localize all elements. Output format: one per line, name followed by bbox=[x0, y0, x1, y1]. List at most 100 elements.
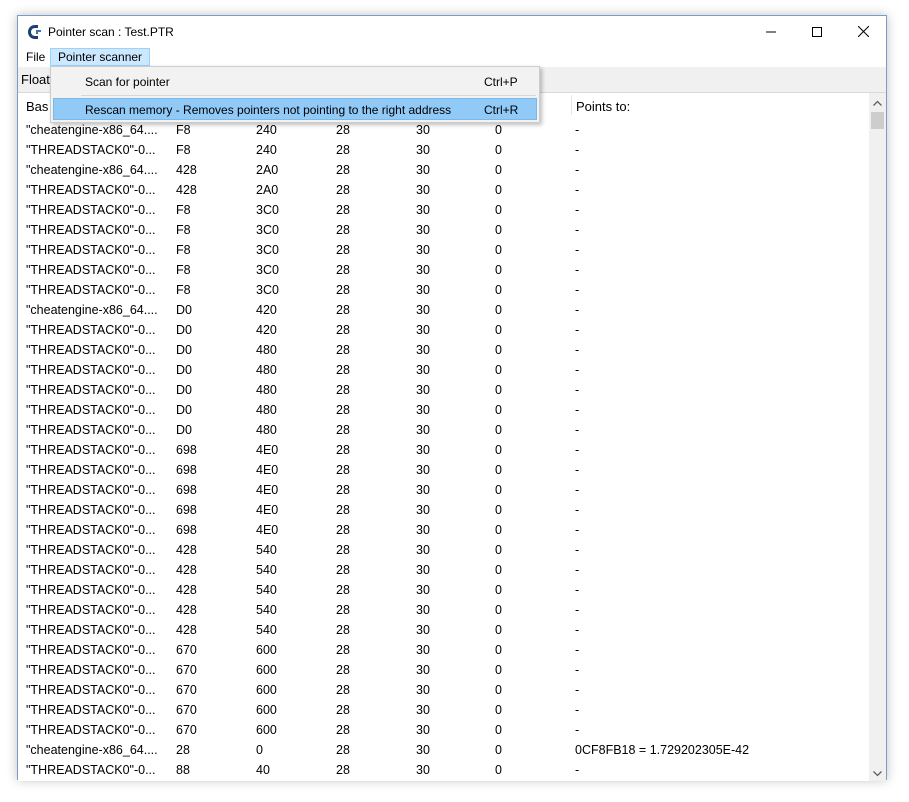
table-row[interactable]: "THREADSTACK0"-0... F8 3C0 28 30 0 - bbox=[18, 221, 868, 241]
table-row[interactable]: "THREADSTACK0"-0... 428 540 28 30 0 - bbox=[18, 621, 868, 641]
table-row[interactable]: "THREADSTACK0"-0... D0 480 28 30 0 - bbox=[18, 421, 868, 441]
scroll-thumb[interactable] bbox=[871, 112, 884, 129]
table-cell: 30 bbox=[416, 463, 430, 477]
table-cell: 0 bbox=[495, 543, 502, 557]
table-cell: 4E0 bbox=[256, 463, 279, 477]
table-cell: 0 bbox=[495, 283, 502, 297]
menu-rescan-memory[interactable]: Rescan memory - Removes pointers not poi… bbox=[53, 98, 537, 120]
table-row[interactable]: "THREADSTACK0"-0... F8 3C0 28 30 0 - bbox=[18, 201, 868, 221]
column-divider[interactable] bbox=[571, 95, 572, 115]
table-row[interactable]: "THREADSTACK0"-0... F8 3C0 28 30 0 - bbox=[18, 261, 868, 281]
table-row[interactable]: "THREADSTACK0"-0... 698 4E0 28 30 0 - bbox=[18, 481, 868, 501]
title-bar[interactable]: Pointer scan : Test.PTR bbox=[18, 16, 886, 47]
table-cell: 30 bbox=[416, 443, 430, 457]
vertical-scrollbar[interactable] bbox=[869, 93, 886, 781]
menu-file[interactable]: File bbox=[19, 48, 52, 66]
table-cell: 540 bbox=[256, 603, 277, 617]
table-row[interactable]: "THREADSTACK0"-0... D0 480 28 30 0 - bbox=[18, 341, 868, 361]
table-cell: "THREADSTACK0"-0... bbox=[26, 203, 156, 217]
table-row[interactable]: "THREADSTACK0"-0... 670 600 28 30 0 - bbox=[18, 721, 868, 741]
table-cell: 420 bbox=[256, 323, 277, 337]
table-cell: 28 bbox=[336, 243, 350, 257]
table-cell: - bbox=[575, 683, 580, 697]
table-cell: 420 bbox=[256, 303, 277, 317]
table-cell: - bbox=[575, 463, 580, 477]
table-cell: D0 bbox=[176, 343, 192, 357]
scroll-down-button[interactable] bbox=[869, 764, 886, 781]
table-row[interactable]: "cheatengine-x86_64.... D0 420 28 30 0 - bbox=[18, 301, 868, 321]
table-cell: 0 bbox=[495, 263, 502, 277]
table-row[interactable]: "THREADSTACK0"-0... 670 600 28 30 0 - bbox=[18, 661, 868, 681]
table-row[interactable]: "THREADSTACK0"-0... 428 2A0 28 30 0 - bbox=[18, 181, 868, 201]
table-cell: 0 bbox=[495, 423, 502, 437]
close-button[interactable] bbox=[840, 16, 886, 47]
column-header-base[interactable]: Bas bbox=[26, 99, 48, 114]
table-row[interactable]: "cheatengine-x86_64.... F8 240 28 30 0 - bbox=[18, 121, 868, 141]
table-row[interactable]: "THREADSTACK0"-0... 670 600 28 30 0 - bbox=[18, 681, 868, 701]
table-row[interactable]: "THREADSTACK0"-0... D0 480 28 30 0 - bbox=[18, 401, 868, 421]
table-cell: - bbox=[575, 223, 580, 237]
table-row[interactable]: "THREADSTACK0"-0... 428 540 28 30 0 - bbox=[18, 581, 868, 601]
table-row[interactable]: "THREADSTACK0"-0... 428 540 28 30 0 - bbox=[18, 561, 868, 581]
table-row[interactable]: "THREADSTACK0"-0... F8 3C0 28 30 0 - bbox=[18, 281, 868, 301]
table-row[interactable]: "THREADSTACK0"-0... F8 240 28 30 0 - bbox=[18, 141, 868, 161]
table-cell: D0 bbox=[176, 423, 192, 437]
table-cell: 30 bbox=[416, 263, 430, 277]
table-cell: - bbox=[575, 703, 580, 717]
table-cell: 28 bbox=[336, 123, 350, 137]
table-row[interactable]: "THREADSTACK0"-0... F8 3C0 28 30 0 - bbox=[18, 241, 868, 261]
table-row[interactable]: "THREADSTACK0"-0... 698 4E0 28 30 0 - bbox=[18, 501, 868, 521]
table-cell: "cheatengine-x86_64.... bbox=[26, 743, 158, 757]
table-row[interactable]: "THREADSTACK0"-0... 88 40 28 30 0 - bbox=[18, 761, 868, 781]
table-cell: 2A0 bbox=[256, 163, 279, 177]
table-cell: 2A0 bbox=[256, 183, 279, 197]
table-cell: - bbox=[575, 603, 580, 617]
table-row[interactable]: "THREADSTACK0"-0... 698 4E0 28 30 0 - bbox=[18, 461, 868, 481]
table-cell: 480 bbox=[256, 343, 277, 357]
scroll-up-button[interactable] bbox=[869, 93, 886, 110]
table-cell: - bbox=[575, 303, 580, 317]
table-cell: 40 bbox=[256, 763, 270, 777]
table-row[interactable]: "THREADSTACK0"-0... 670 600 28 30 0 - bbox=[18, 701, 868, 721]
table-cell: 670 bbox=[176, 643, 197, 657]
menu-item-shortcut: Ctrl+P bbox=[484, 75, 518, 89]
pointer-list[interactable]: Bas Points to: "cheatengine-x86_64.... F8… bbox=[18, 92, 886, 781]
table-cell: 28 bbox=[336, 163, 350, 177]
menu-item-label: Rescan memory - Removes pointers not poi… bbox=[85, 103, 452, 117]
table-cell: - bbox=[575, 623, 580, 637]
table-cell: 28 bbox=[336, 603, 350, 617]
table-row[interactable]: "THREADSTACK0"-0... 428 540 28 30 0 - bbox=[18, 601, 868, 621]
table-row[interactable]: "THREADSTACK0"-0... 698 4E0 28 30 0 - bbox=[18, 521, 868, 541]
table-cell: 28 bbox=[336, 743, 350, 757]
table-cell: 30 bbox=[416, 703, 430, 717]
minimize-button[interactable] bbox=[748, 16, 794, 47]
table-cell: 540 bbox=[256, 583, 277, 597]
maximize-button[interactable] bbox=[794, 16, 840, 47]
column-header-points-to[interactable]: Points to: bbox=[576, 99, 630, 114]
table-cell: 0 bbox=[495, 243, 502, 257]
table-row[interactable]: "cheatengine-x86_64.... 428 2A0 28 30 0 - bbox=[18, 161, 868, 181]
table-row[interactable]: "THREADSTACK0"-0... D0 420 28 30 0 - bbox=[18, 321, 868, 341]
menu-pointer-scanner[interactable]: Pointer scanner bbox=[50, 48, 151, 66]
menu-scan-for-pointer[interactable]: Scan for pointer Ctrl+P bbox=[53, 70, 537, 92]
table-cell: 30 bbox=[416, 643, 430, 657]
table-cell: 0 bbox=[495, 763, 502, 777]
chevron-up-icon bbox=[873, 95, 882, 109]
table-cell: - bbox=[575, 663, 580, 677]
table-cell: 30 bbox=[416, 223, 430, 237]
table-cell: 30 bbox=[416, 383, 430, 397]
table-cell: - bbox=[575, 543, 580, 557]
table-row[interactable]: "THREADSTACK0"-0... 670 600 28 30 0 - bbox=[18, 641, 868, 661]
table-row[interactable]: "THREADSTACK0"-0... D0 480 28 30 0 - bbox=[18, 361, 868, 381]
table-row[interactable]: "THREADSTACK0"-0... D0 480 28 30 0 - bbox=[18, 381, 868, 401]
maximize-icon bbox=[812, 26, 822, 37]
table-row[interactable]: "cheatengine-x86_64.... 28 0 28 30 0 0CF8FB18 … bbox=[18, 741, 868, 761]
table-cell: 0 bbox=[495, 343, 502, 357]
table-row[interactable]: "THREADSTACK0"-0... 428 540 28 30 0 - bbox=[18, 541, 868, 561]
table-cell: 670 bbox=[176, 723, 197, 737]
table-row[interactable]: "THREADSTACK0"-0... 698 4E0 28 30 0 - bbox=[18, 441, 868, 461]
table-cell: F8 bbox=[176, 223, 191, 237]
table-cell: "THREADSTACK0"-0... bbox=[26, 363, 156, 377]
table-cell: 0 bbox=[495, 663, 502, 677]
table-cell: F8 bbox=[176, 243, 191, 257]
